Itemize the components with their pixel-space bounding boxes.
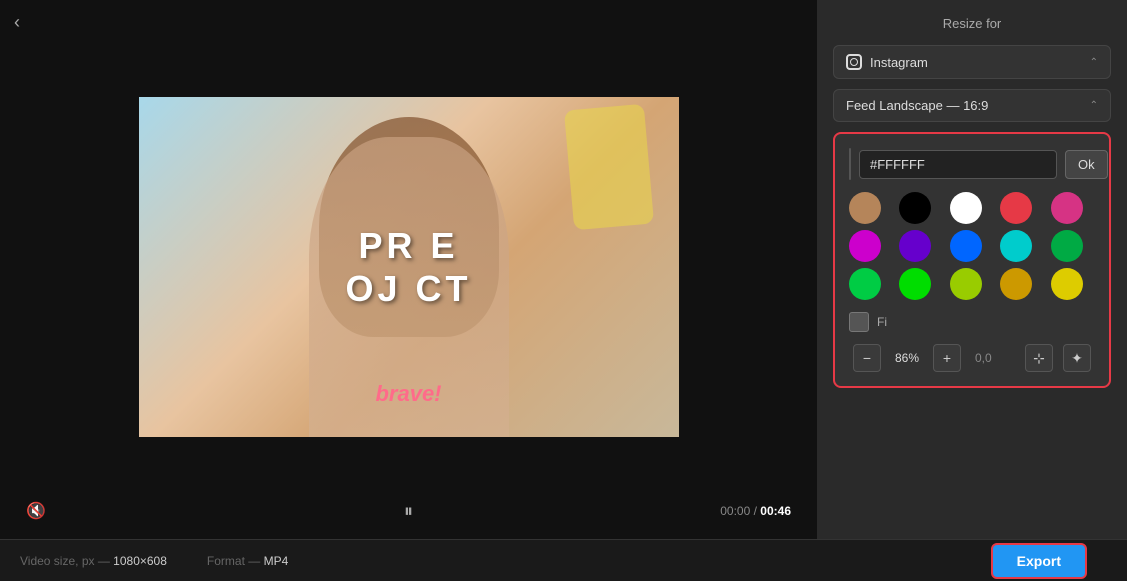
color-input-row: Ok: [849, 148, 1095, 180]
purple-swatch[interactable]: [899, 230, 931, 262]
color-picker-section: Ok Fi − 86% + 0,0 ⊹ ✦: [833, 132, 1111, 388]
current-color-swatch[interactable]: [849, 148, 851, 180]
controls-bar: 🔇 ⏸ 00:00 / 00:46: [10, 493, 807, 529]
video-text-overlay: PR E OJ CT: [345, 223, 471, 309]
color-swatches: [849, 192, 1095, 300]
platform-dropdown-arrow: ⌃: [1090, 57, 1098, 68]
yellow-shape: [563, 103, 653, 230]
mute-button[interactable]: 🔇: [26, 501, 46, 521]
format-label: Feed Landscape — 16:9: [846, 98, 988, 113]
platform-label: Instagram: [870, 55, 928, 70]
gold-swatch[interactable]: [1000, 268, 1032, 300]
paint-tool-button[interactable]: ✦: [1063, 344, 1091, 372]
format-dropdown-arrow: ⌃: [1090, 100, 1098, 111]
skin-swatch[interactable]: [849, 192, 881, 224]
cyan-swatch[interactable]: [1000, 230, 1032, 262]
magenta-swatch[interactable]: [849, 230, 881, 262]
green1-swatch[interactable]: [849, 268, 881, 300]
green2-swatch[interactable]: [899, 268, 931, 300]
lime-swatch[interactable]: [950, 268, 982, 300]
time-display: 00:00 / 00:46: [720, 504, 791, 518]
instagram-icon: [846, 54, 862, 70]
right-panel: Resize for Instagram ⌃ Feed Landscape — …: [817, 0, 1127, 539]
teal-swatch[interactable]: [1051, 230, 1083, 262]
fill-row: Fi: [849, 312, 1095, 332]
black-swatch[interactable]: [899, 192, 931, 224]
zoom-out-button[interactable]: −: [853, 344, 881, 372]
export-button[interactable]: Export: [991, 543, 1087, 579]
red-swatch[interactable]: [1000, 192, 1032, 224]
fill-checkbox[interactable]: [849, 312, 869, 332]
zoom-percent: 86%: [891, 351, 923, 365]
video-bottom-text: brave!: [375, 381, 441, 407]
format-dropdown[interactable]: Feed Landscape — 16:9 ⌃: [833, 89, 1111, 122]
status-bar: Video size, px — 1080×608 Format — MP4 E…: [0, 539, 1127, 581]
ok-button[interactable]: Ok: [1065, 150, 1108, 179]
coordinates-display: 0,0: [975, 351, 992, 365]
pink-swatch[interactable]: [1051, 192, 1083, 224]
back-button[interactable]: ‹: [14, 12, 20, 33]
resize-label: Resize for: [833, 16, 1111, 31]
blue-swatch[interactable]: [950, 230, 982, 262]
video-size-status: Video size, px — 1080×608: [20, 554, 167, 568]
video-panel: ‹ PR E OJ CT brave! 🔇 ⏸: [0, 0, 817, 539]
color-picker-toolbar: − 86% + 0,0 ⊹ ✦: [849, 344, 1095, 372]
zoom-in-button[interactable]: +: [933, 344, 961, 372]
platform-dropdown[interactable]: Instagram ⌃: [833, 45, 1111, 79]
play-pause-button[interactable]: ⏸: [404, 501, 413, 522]
move-tool-button[interactable]: ⊹: [1025, 344, 1053, 372]
video-container: PR E OJ CT brave!: [10, 40, 807, 493]
fill-label: Fi: [877, 315, 887, 329]
video-frame: PR E OJ CT brave!: [139, 97, 679, 437]
hex-input[interactable]: [859, 150, 1057, 179]
white-swatch[interactable]: [950, 192, 982, 224]
yellow-swatch[interactable]: [1051, 268, 1083, 300]
video-background: PR E OJ CT brave!: [139, 97, 679, 437]
format-status: Format — MP4: [207, 554, 288, 568]
